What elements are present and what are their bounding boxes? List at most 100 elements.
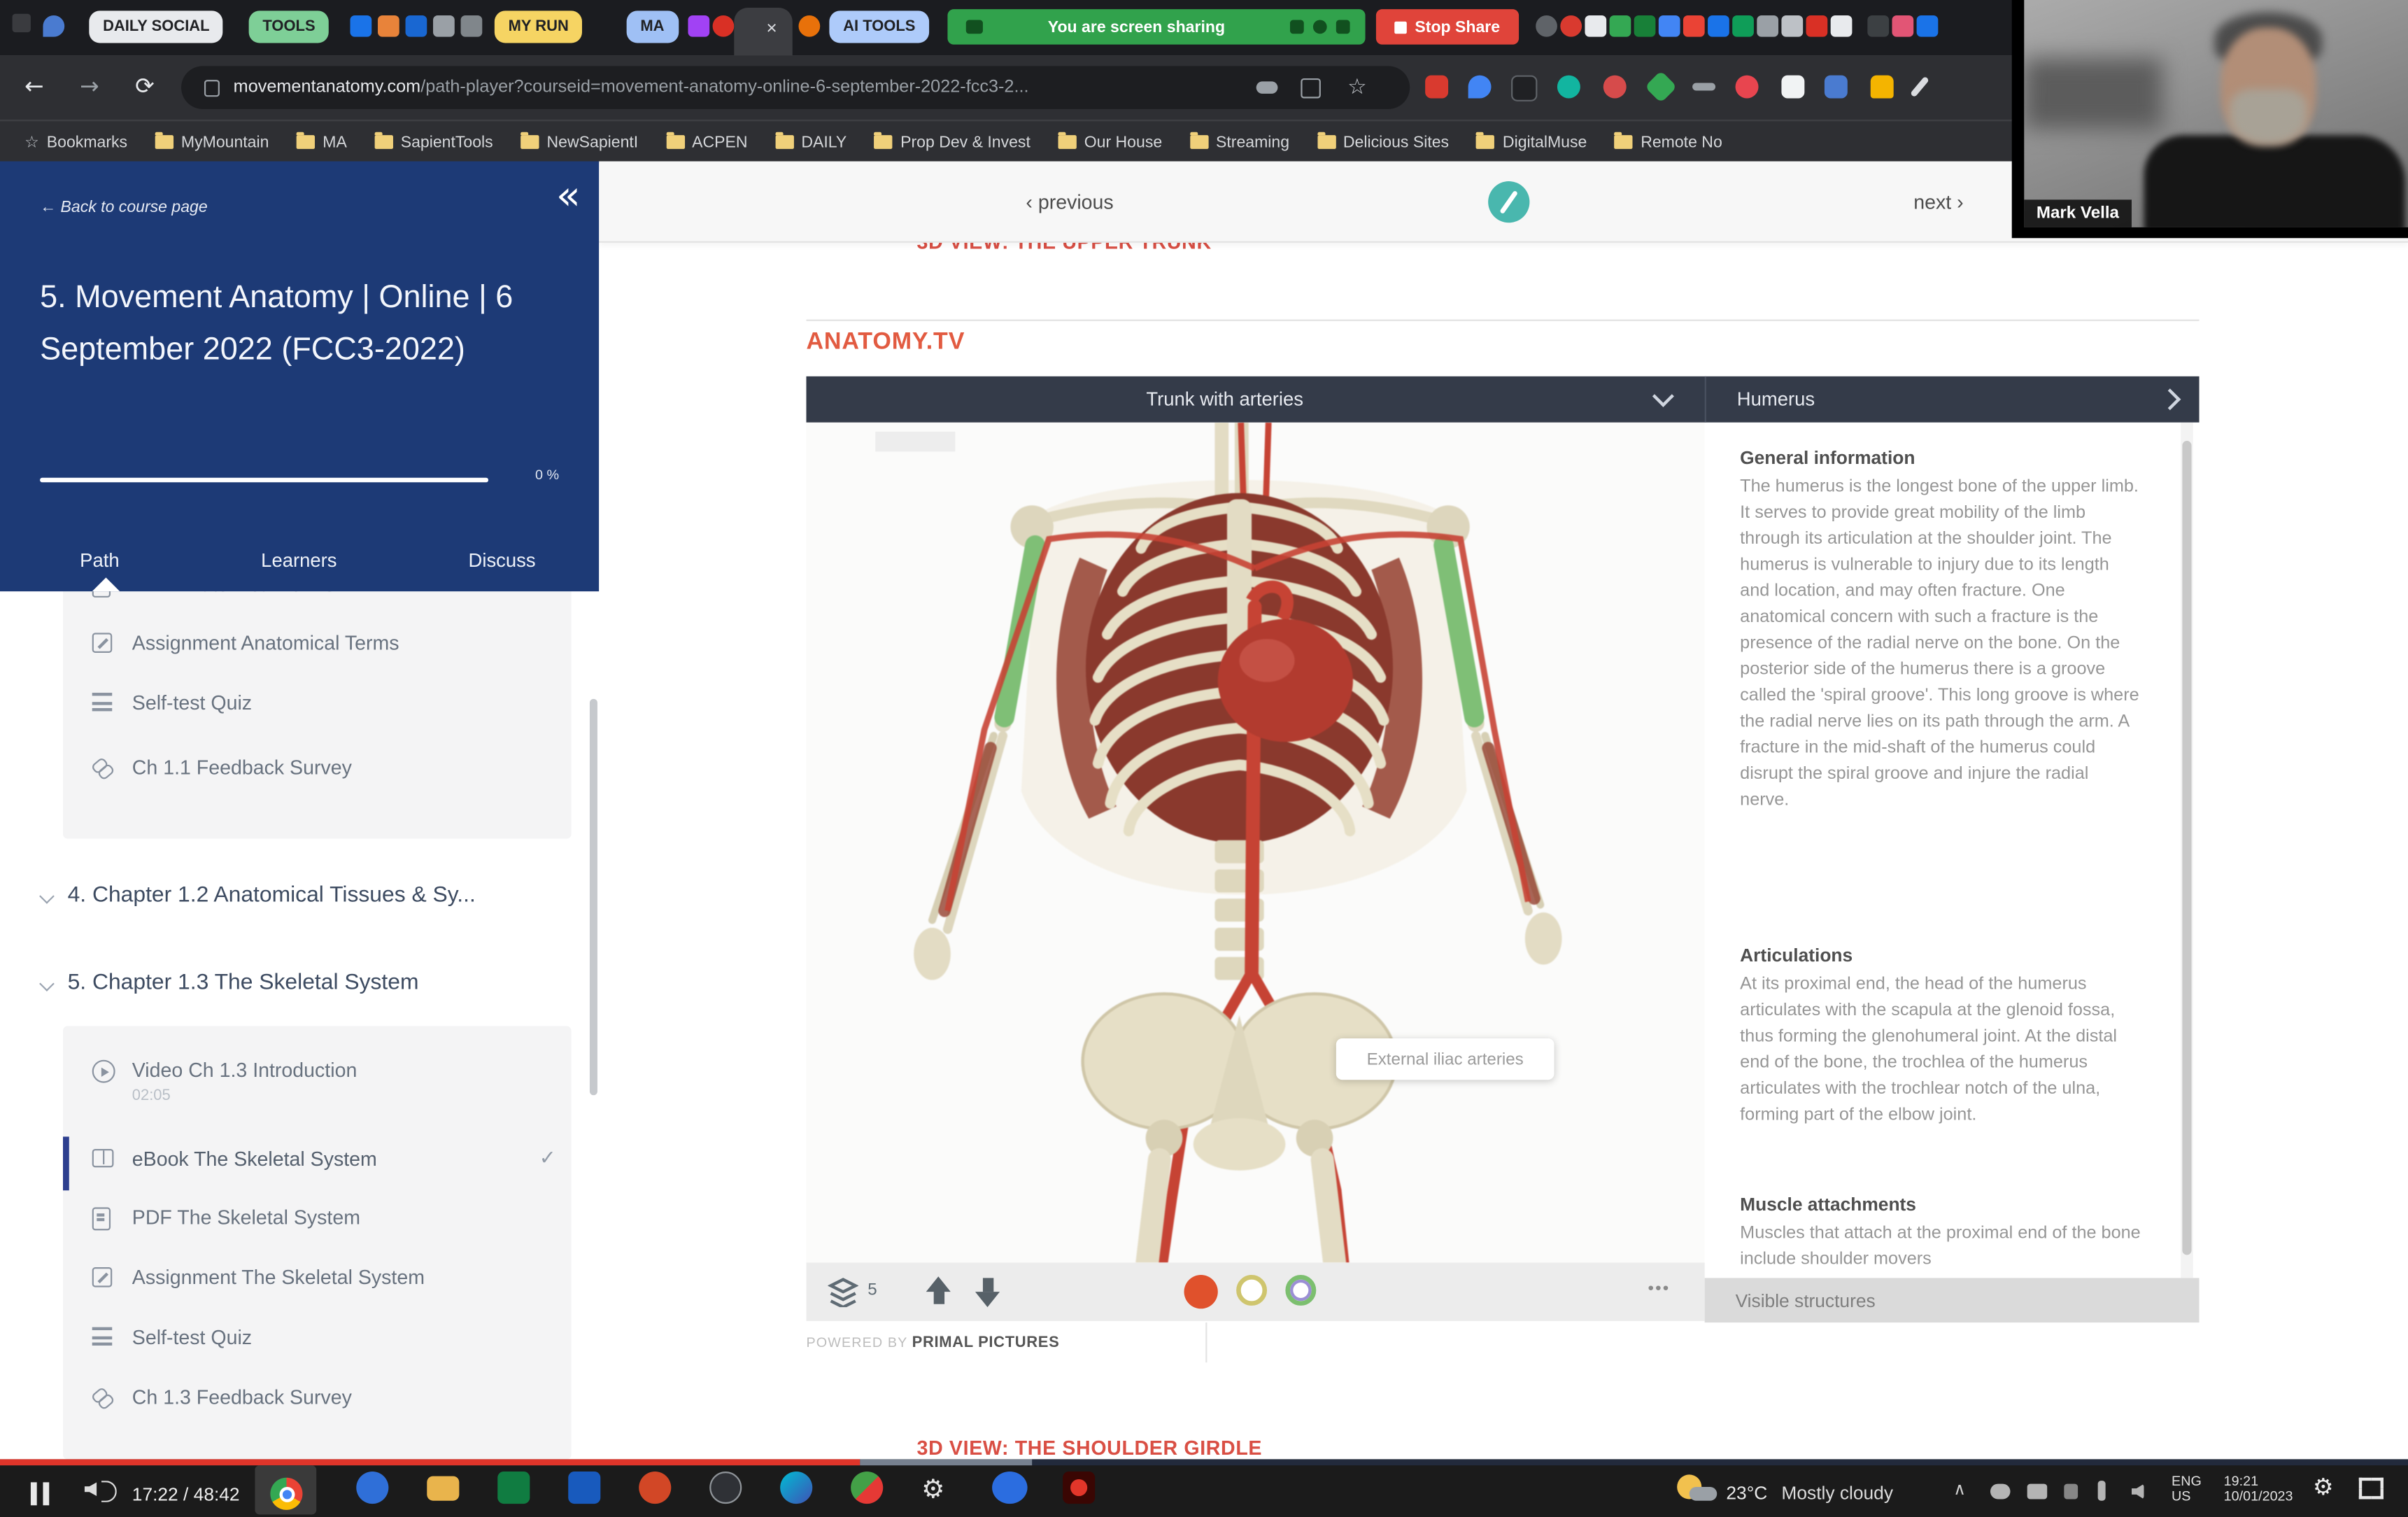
file-explorer-icon[interactable] xyxy=(427,1476,459,1501)
taskbar-app-icon[interactable] xyxy=(709,1472,742,1504)
mute-icon[interactable] xyxy=(1290,20,1304,34)
bookmarks-manager[interactable]: ☆ Bookmarks xyxy=(24,133,127,151)
chat-icon[interactable] xyxy=(1313,20,1327,34)
volume-icon[interactable] xyxy=(85,1482,97,1496)
tab-favicon[interactable] xyxy=(1757,15,1778,37)
pinned-tab-favicon[interactable] xyxy=(43,15,64,37)
tab-group-ai-tools[interactable]: AI TOOLS xyxy=(829,10,929,43)
bookmark-folder[interactable]: SapientTools xyxy=(374,133,493,151)
fullscreen-toggle-icon[interactable] xyxy=(2359,1478,2384,1500)
tab-favicon[interactable] xyxy=(1831,15,1853,37)
language-indicator[interactable]: ENG US xyxy=(2172,1473,2202,1504)
tab-favicon[interactable] xyxy=(1536,15,1557,37)
webcam-overlay[interactable]: Mark Vella xyxy=(2012,0,2408,238)
layers-icon[interactable] xyxy=(828,1276,858,1307)
taskbar-app-icon[interactable] xyxy=(992,1472,1027,1504)
tab-favicon[interactable] xyxy=(1806,15,1828,37)
extension-icon[interactable] xyxy=(1781,76,1804,99)
tab-favicon[interactable] xyxy=(1610,15,1631,37)
tab-favicon[interactable] xyxy=(1708,15,1729,37)
structure-panel-header[interactable]: Humerus xyxy=(1706,376,2200,423)
tab-favicon[interactable] xyxy=(1867,15,1889,37)
red-view-mode-button[interactable] xyxy=(1184,1275,1217,1308)
clock[interactable]: 19:21 10/01/2023 xyxy=(2224,1473,2293,1504)
powerpoint-icon[interactable] xyxy=(639,1472,671,1504)
chapter-1-3-row[interactable]: 5. Chapter 1.3 The Skeletal System xyxy=(0,968,590,1008)
tab-favicon[interactable] xyxy=(799,15,821,37)
layer-down-button[interactable] xyxy=(975,1292,1000,1307)
tab-group-my-run[interactable]: MY RUN xyxy=(495,10,583,43)
tab-favicon[interactable] xyxy=(378,15,399,37)
weather-description[interactable]: Mostly cloudy xyxy=(1781,1482,1893,1504)
tab-group-daily-social[interactable]: DAILY SOCIAL xyxy=(89,10,223,43)
back-to-course-link[interactable]: ← Back to course page xyxy=(40,198,208,216)
word-icon[interactable] xyxy=(568,1472,600,1504)
tab-group-tools[interactable]: TOOLS xyxy=(249,10,330,43)
bookmark-folder[interactable]: Remote No xyxy=(1615,133,1722,151)
tray-monitor-icon[interactable] xyxy=(2064,1484,2078,1500)
tab-favicon[interactable] xyxy=(1917,15,1939,37)
bookmark-folder[interactable]: ACPEN xyxy=(666,133,748,151)
tab-favicon[interactable] xyxy=(406,15,427,37)
previous-button[interactable]: ‹ previous xyxy=(1026,190,1113,213)
acrobat-icon[interactable] xyxy=(1063,1472,1095,1504)
lesson-item[interactable]: Ch 1.1 Feedback Survey xyxy=(63,751,572,797)
key-icon[interactable] xyxy=(1256,81,1278,94)
extension-icon[interactable] xyxy=(1468,76,1492,99)
bookmark-folder[interactable]: MA xyxy=(297,133,347,151)
bookmark-folder[interactable]: Our House xyxy=(1058,133,1162,151)
extension-icon[interactable] xyxy=(1645,71,1678,104)
pause-button[interactable] xyxy=(31,1482,49,1505)
layer-up-button[interactable] xyxy=(926,1276,951,1292)
video-progress-track[interactable] xyxy=(0,1459,2408,1465)
model-select[interactable]: Trunk with arteries xyxy=(806,376,1706,423)
green-view-mode-button[interactable] xyxy=(1285,1275,1316,1306)
tray-expand-chevron[interactable]: ∧ xyxy=(1953,1479,1966,1500)
tab-favicon[interactable] xyxy=(1683,15,1705,37)
taskbar-chrome-cell[interactable] xyxy=(255,1465,316,1514)
visible-structures-bar[interactable]: Visible structures xyxy=(1705,1278,2200,1322)
lesson-item[interactable]: PDF The Skeletal System xyxy=(63,1201,572,1248)
tab-group-ma[interactable]: MA xyxy=(627,10,679,43)
tab-path[interactable]: Path xyxy=(80,550,119,572)
reload-button[interactable]: ⟳ xyxy=(135,72,155,100)
taskbar-app-icon[interactable] xyxy=(780,1472,812,1504)
tab-favicon[interactable] xyxy=(688,15,709,37)
tab-favicon[interactable] xyxy=(1659,15,1680,37)
forward-button[interactable]: → xyxy=(80,72,99,100)
extension-icon[interactable] xyxy=(1871,76,1894,99)
edit-tool-button[interactable] xyxy=(1488,181,1529,223)
extension-icon[interactable] xyxy=(1557,76,1580,99)
extension-icon[interactable] xyxy=(1825,76,1848,99)
extension-icon[interactable] xyxy=(1511,76,1537,101)
lesson-item[interactable]: Self-test Quiz xyxy=(63,1321,572,1367)
yellow-view-mode-button[interactable] xyxy=(1236,1275,1267,1306)
extension-icon[interactable] xyxy=(1736,76,1759,99)
edit-pencil-icon[interactable] xyxy=(1910,76,1929,98)
tray-cloud-icon[interactable] xyxy=(1990,1484,2011,1500)
settings-gear-icon[interactable]: ⚙ xyxy=(921,1474,944,1505)
tab-favicon[interactable] xyxy=(1732,15,1754,37)
chrome-icon[interactable] xyxy=(270,1478,302,1510)
taskbar-app-icon[interactable] xyxy=(356,1472,388,1504)
sidebar-scrollbar-thumb[interactable] xyxy=(590,699,597,1095)
tab-favicon[interactable] xyxy=(1634,15,1656,37)
tab-discuss[interactable]: Discuss xyxy=(469,550,536,572)
lesson-item[interactable]: Ch 1.3 Feedback Survey xyxy=(63,1381,572,1427)
lesson-item[interactable]: Assignment Anatomical Terms xyxy=(63,627,572,673)
active-tab[interactable]: × xyxy=(734,8,792,55)
tray-pen-icon[interactable] xyxy=(2098,1481,2106,1501)
bookmark-folder[interactable]: Prop Dev & Invest xyxy=(874,133,1031,151)
chapter-1-2-row[interactable]: 4. Chapter 1.2 Anatomical Tissues & Sy..… xyxy=(0,880,590,920)
bookmark-folder[interactable]: MyMountain xyxy=(155,133,269,151)
bookmark-star-icon[interactable]: ☆ xyxy=(1347,76,1367,100)
stop-share-button[interactable]: Stop Share xyxy=(1376,9,1519,44)
extension-icon[interactable] xyxy=(1692,83,1715,91)
more-options-icon[interactable]: ••• xyxy=(1648,1280,1670,1298)
panel-scrollbar-thumb[interactable] xyxy=(2182,441,2191,1255)
excel-icon[interactable] xyxy=(497,1472,530,1504)
share-icon[interactable] xyxy=(1301,78,1321,98)
extension-icon[interactable] xyxy=(1603,76,1627,99)
bookmark-folder[interactable]: NewSapientI xyxy=(520,133,638,151)
weather-temp[interactable]: 23°C xyxy=(1726,1482,1767,1504)
